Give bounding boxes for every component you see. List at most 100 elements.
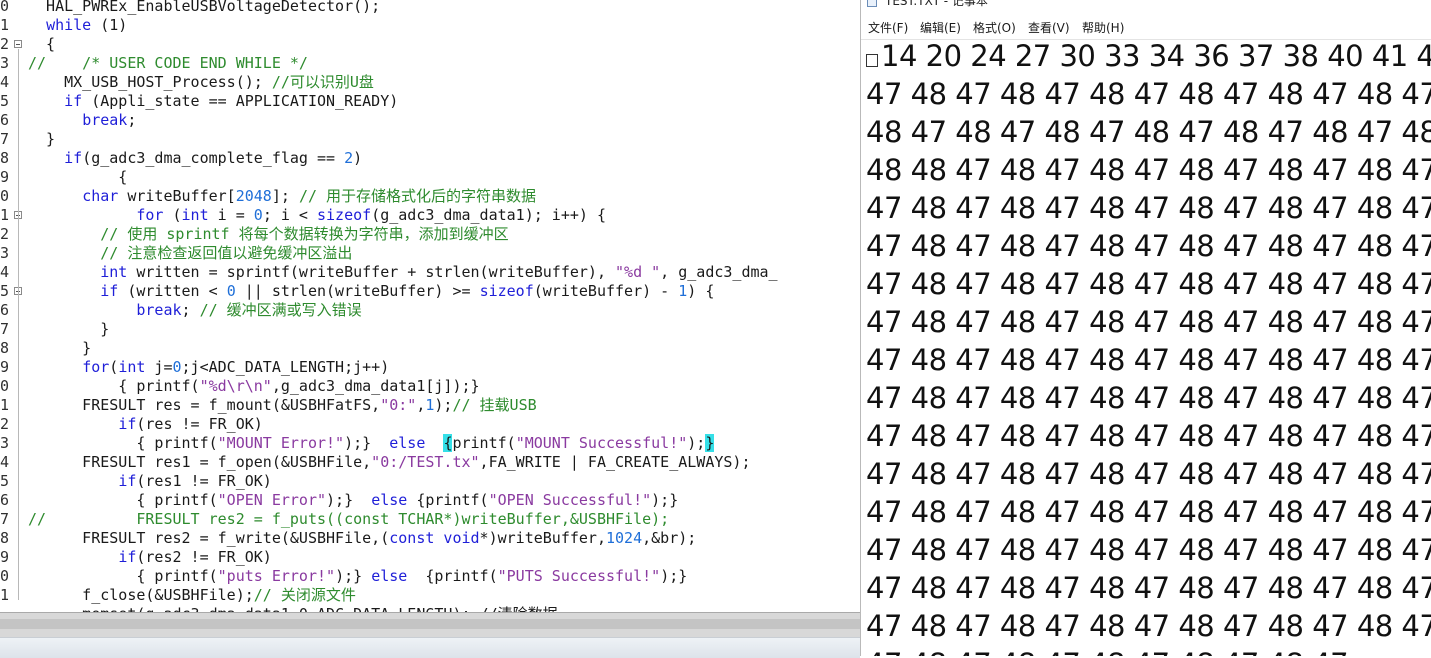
code-line[interactable]: break; // 缓冲区满或写入错误 — [28, 301, 860, 320]
code-line[interactable]: if (Appli_state == APPLICATION_READY) — [28, 92, 860, 111]
line-number-row: 2 — [0, 225, 28, 244]
code-token: "PUTS Successful!" — [497, 567, 661, 585]
notepad-titlebar: TEST.TXT - 记事本 — [861, 0, 1431, 9]
code-line[interactable]: // 使用 sprintf 将每个数据转换为字符串，添加到缓冲区 — [28, 225, 860, 244]
menu-file[interactable]: 文件(F) — [868, 18, 908, 38]
code-token: "MOUNT Successful!" — [515, 434, 688, 452]
notepad-text-line: 47 48 47 48 47 48 47 48 47 48 47 48 47 4 — [866, 227, 1431, 265]
code-line[interactable]: if(g_adc3_dma_complete_flag == 2) — [28, 149, 860, 168]
code-token: // FRESULT res2 = f_puts((const TCHAR*)w… — [28, 510, 670, 528]
line-number-row: 8 — [0, 149, 28, 168]
line-number-row: 4 — [0, 73, 28, 92]
code-token: ); — [434, 396, 453, 414]
code-line[interactable]: f_close(&USBHFile);// 关闭源文件 — [28, 586, 860, 605]
line-number-row: 9 — [0, 358, 28, 377]
line-number: 7 — [0, 510, 10, 528]
scrollbar-track[interactable] — [0, 619, 860, 629]
code-line[interactable]: while (1) — [28, 16, 860, 35]
code-line[interactable]: // /* USER CODE END WHILE */ — [28, 54, 860, 73]
code-token: "%d " — [615, 263, 661, 281]
notepad-text-line: 47 48 47 48 47 48 47 48 47 48 47 48 47 4 — [866, 417, 1431, 455]
code-token: );} — [660, 567, 688, 585]
code-token: );} — [651, 491, 679, 509]
code-line[interactable]: } — [28, 339, 860, 358]
code-line[interactable]: } — [28, 130, 860, 149]
code-token: (g_adc3_dma_data1); i++) { — [371, 206, 606, 224]
notepad-line-text: 47 48 47 48 47 48 47 48 47 48 47 48 47 4 — [866, 191, 1431, 225]
code-line[interactable]: break; — [28, 111, 860, 130]
line-number-row: 6 — [0, 301, 28, 320]
code-token: ,g_adc3_dma_data1[j]);} — [271, 377, 480, 395]
code-token: sizeof — [479, 282, 534, 300]
code-token: ;j<ADC_DATA_LENGTH;j++) — [181, 358, 390, 376]
code-line[interactable]: // FRESULT res2 = f_puts((const TCHAR*)w… — [28, 510, 860, 529]
line-number-row: 1 — [0, 16, 28, 35]
fold-toggle-icon[interactable] — [14, 40, 22, 48]
code-line[interactable]: if(res1 != FR_OK) — [28, 472, 860, 491]
code-line[interactable]: HAL_PWREx_EnableUSBVoltageDetector(); — [28, 0, 860, 16]
notepad-window: TEST.TXT - 记事本 文件(F) 编辑(E) 格式(O) 查看(V) 帮… — [860, 0, 1431, 656]
code-line[interactable]: { printf("MOUNT Error!");} else {printf(… — [28, 434, 860, 453]
notepad-text-area[interactable]: 14 20 24 27 30 33 34 36 37 38 40 41 41 47… — [866, 37, 1431, 656]
code-line[interactable]: FRESULT res2 = f_write(&USBHFile,(const … — [28, 529, 860, 548]
line-number: 5 — [0, 472, 10, 490]
code-line[interactable]: for (int i = 0; i < sizeof(g_adc3_dma_da… — [28, 206, 860, 225]
menu-format[interactable]: 格式(O) — [973, 18, 1016, 38]
code-token: (res1 != FR_OK) — [136, 472, 272, 490]
line-number: 0 — [0, 187, 10, 205]
code-token: (1) — [91, 16, 128, 34]
code-line[interactable]: MX_USB_HOST_Process(); //可以识别U盘 — [28, 73, 860, 92]
line-number-gutter: 01234567890123456789012345678901 — [0, 0, 28, 605]
code-line[interactable]: { printf("OPEN Error");} else {printf("O… — [28, 491, 860, 510]
code-line[interactable]: { — [28, 35, 860, 54]
menu-view[interactable]: 查看(V) — [1028, 18, 1070, 38]
code-line[interactable]: char writeBuffer[2048]; // 用于存储格式化后的字符串数… — [28, 187, 860, 206]
code-token: {printf( — [407, 491, 489, 509]
code-line[interactable]: if(res != FR_OK) — [28, 415, 860, 434]
code-line[interactable]: { printf("%d\r\n",g_adc3_dma_data1[j]);} — [28, 377, 860, 396]
code-line[interactable]: FRESULT res = f_mount(&USBHFatFS,"0:",1)… — [28, 396, 860, 415]
code-line[interactable]: for(int j=0;j<ADC_DATA_LENGTH;j++) — [28, 358, 860, 377]
code-token: ; i < — [262, 206, 317, 224]
code-token: else — [389, 434, 426, 452]
code-token: else — [371, 567, 408, 585]
code-token: if — [118, 415, 137, 433]
code-token: ,FA_WRITE | FA_CREATE_ALWAYS); — [479, 453, 751, 471]
line-number-row: 6 — [0, 491, 28, 510]
code-token: if — [118, 548, 137, 566]
code-editor[interactable]: 01234567890123456789012345678901 HAL_PWR… — [0, 0, 860, 612]
code-line[interactable]: if (written < 0 || strlen(writeBuffer) >… — [28, 282, 860, 301]
code-token: ) { — [687, 282, 715, 300]
code-line[interactable]: FRESULT res1 = f_open(&USBHFile,"0:/TEST… — [28, 453, 860, 472]
code-token: (written < — [118, 282, 227, 300]
code-token: ( — [163, 206, 182, 224]
fold-guide-line — [18, 49, 19, 600]
code-line[interactable]: } — [28, 320, 860, 339]
code-line[interactable]: { — [28, 168, 860, 187]
line-number: 2 — [0, 415, 10, 433]
code-line[interactable]: memset(g_adc3_dma_data1,0,ADC_DATA_LENGT… — [28, 605, 860, 612]
code-line[interactable]: // 注意检查返回值以避免缓冲区溢出 — [28, 244, 860, 263]
code-area[interactable]: HAL_PWREx_EnableUSBVoltageDetector(); wh… — [28, 0, 860, 612]
code-line[interactable]: { printf("puts Error!");} else {printf("… — [28, 567, 860, 586]
code-token: // 关闭源文件 — [253, 586, 356, 604]
code-line[interactable]: if(res2 != FR_OK) — [28, 548, 860, 567]
line-number: 4 — [0, 73, 10, 91]
code-token: } — [28, 320, 110, 338]
line-number: 8 — [0, 339, 10, 357]
code-token: const — [389, 529, 435, 547]
notepad-line-text: 47 48 47 48 47 48 47 48 47 48 47 48 47 4 — [866, 609, 1431, 643]
line-number-row: 8 — [0, 339, 28, 358]
menu-help[interactable]: 帮助(H) — [1082, 18, 1124, 38]
line-number-row: 6 — [0, 111, 28, 130]
code-token: 2048 — [235, 187, 272, 205]
notepad-text-line: 47 48 47 48 47 48 47 48 47 48 47 48 47 4 — [866, 341, 1431, 379]
code-token: "OPEN Error" — [217, 491, 327, 509]
code-line[interactable]: int written = sprintf(writeBuffer + strl… — [28, 263, 860, 282]
code-token: HAL_PWREx_EnableUSBVoltageDetector(); — [28, 0, 381, 15]
menu-edit[interactable]: 编辑(E) — [920, 18, 961, 38]
code-token: if — [100, 282, 119, 300]
editor-horizontal-scrollbar[interactable] — [0, 612, 860, 658]
